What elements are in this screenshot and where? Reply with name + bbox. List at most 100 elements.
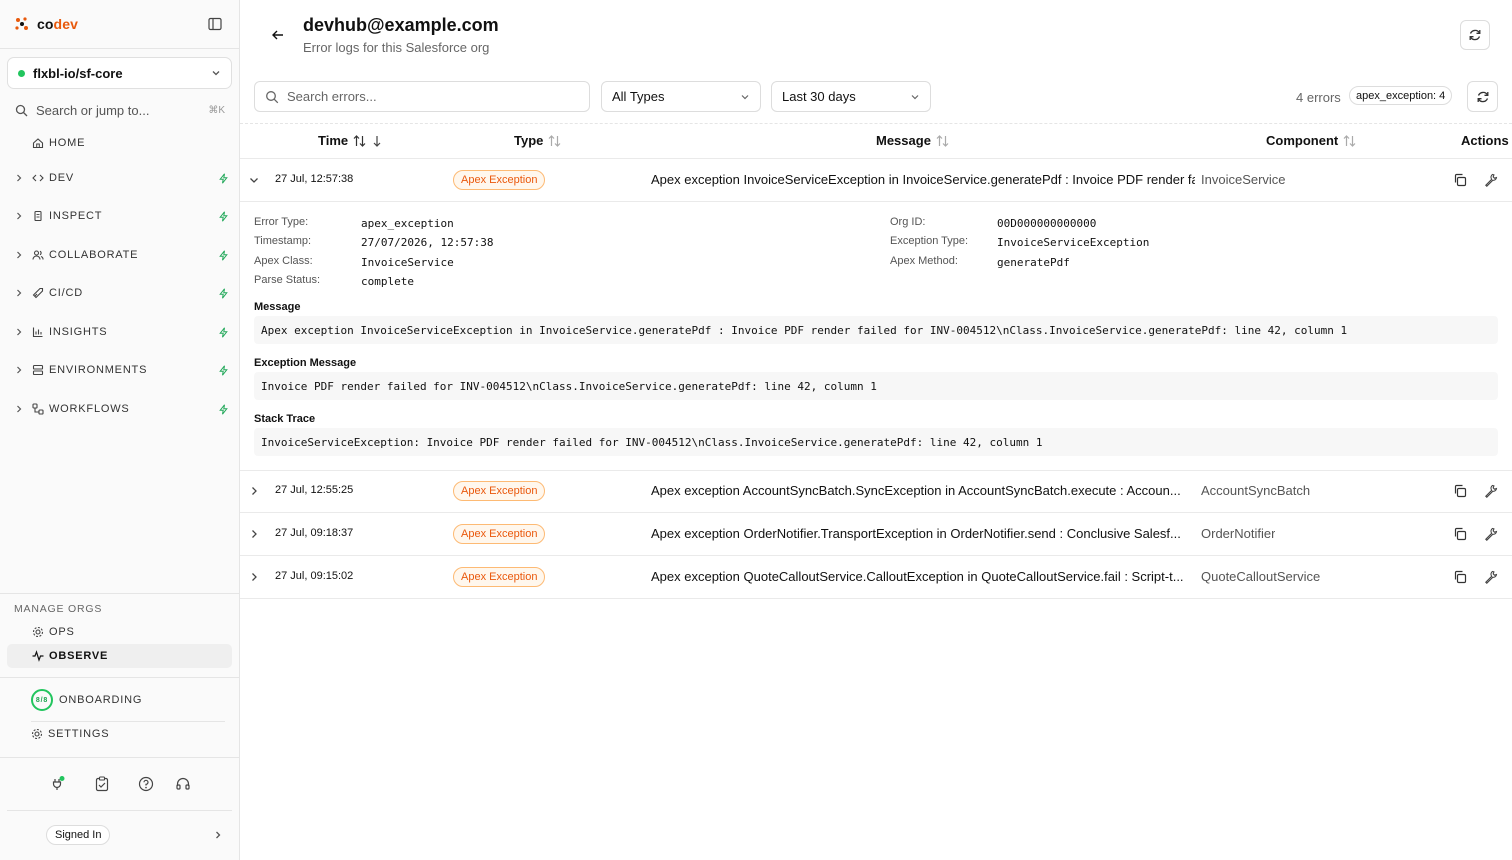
- search-jump[interactable]: Search or jump to... ⌘K: [15, 101, 225, 119]
- org-selector[interactable]: flxbl-io/sf-core: [7, 57, 232, 89]
- detail-message-box: Apex exception InvoiceServiceException i…: [254, 316, 1498, 344]
- divider: [240, 123, 1512, 124]
- file-icon: [32, 210, 45, 222]
- detail-stack-label: Stack Trace: [254, 413, 316, 425]
- bolt-icon: [218, 364, 230, 376]
- detail-value: complete: [361, 275, 414, 288]
- chevron-right-icon: [14, 327, 26, 337]
- sidebar-item-insights[interactable]: INSIGHTS: [14, 322, 230, 342]
- brand-name: codev: [37, 16, 78, 32]
- sidebar-item-dev[interactable]: DEV: [14, 168, 230, 188]
- detail-label: Parse Status:: [254, 274, 321, 286]
- plug-icon[interactable]: [50, 776, 66, 792]
- sidebar-item-home[interactable]: HOME: [32, 133, 248, 153]
- detail-value: InvoiceServiceException: [997, 236, 1150, 249]
- column-header-message[interactable]: Message: [876, 133, 950, 148]
- sidebar-item-ops[interactable]: OPS: [7, 620, 232, 644]
- org-name: flxbl-io/sf-core: [33, 65, 123, 81]
- row-component: QuoteCalloutService: [1201, 569, 1321, 584]
- row-component: InvoiceService: [1201, 172, 1286, 187]
- detail-label: Timestamp:: [254, 235, 312, 247]
- wrench-icon[interactable]: [1484, 484, 1498, 498]
- utility-row: [0, 774, 239, 794]
- clipboard-check-icon[interactable]: [94, 776, 110, 792]
- detail-stack-box: InvoiceServiceException: Invoice PDF ren…: [254, 428, 1498, 456]
- bolt-icon: [218, 210, 230, 222]
- row-type-badge: Apex Exception: [453, 567, 546, 587]
- back-arrow-icon[interactable]: [270, 27, 286, 43]
- headset-icon[interactable]: [175, 776, 191, 792]
- sidebar-item-label: INSIGHTS: [49, 326, 108, 338]
- sidebar-item-onboarding[interactable]: 8/8 ONBOARDING: [31, 689, 142, 711]
- detail-value: generatePdf: [997, 256, 1070, 269]
- column-header-time[interactable]: Time: [318, 133, 382, 148]
- sidebar-collapse-icon[interactable]: [208, 17, 222, 31]
- chevron-right-icon: [14, 404, 26, 414]
- chevron-down-icon[interactable]: [248, 174, 260, 186]
- sidebar-item-workflows[interactable]: WORKFLOWS: [14, 399, 230, 419]
- server-icon: [32, 364, 45, 376]
- detail-value: apex_exception: [361, 217, 454, 230]
- detail-label: Apex Method:: [890, 255, 958, 267]
- reload-errors-button[interactable]: [1467, 81, 1498, 112]
- help-icon[interactable]: [138, 776, 154, 792]
- page-subtitle: Error logs for this Salesforce org: [303, 40, 490, 55]
- sidebar-item-settings[interactable]: SETTINGS: [31, 728, 109, 740]
- search-icon: [15, 104, 28, 117]
- row-type-badge: Apex Exception: [453, 481, 546, 501]
- sidebar-item-label: CI/CD: [49, 287, 83, 299]
- wrench-icon[interactable]: [1484, 173, 1498, 187]
- search-errors-input[interactable]: [287, 89, 567, 104]
- settings-gear-icon: [31, 728, 43, 740]
- bolt-icon: [218, 326, 230, 338]
- chevron-right-icon[interactable]: [248, 485, 260, 497]
- copy-icon[interactable]: [1453, 527, 1467, 541]
- chevron-right-icon: [14, 250, 26, 260]
- sidebar-item-inspect[interactable]: INSPECT: [14, 206, 230, 226]
- search-errors-field[interactable]: [254, 81, 590, 112]
- copy-icon[interactable]: [1453, 570, 1467, 584]
- refresh-button[interactable]: [1460, 20, 1490, 50]
- wrench-icon[interactable]: [1484, 570, 1498, 584]
- detail-label: Org ID:: [890, 216, 926, 228]
- detail-value: InvoiceService: [361, 256, 454, 269]
- divider: [0, 677, 239, 678]
- type-filter-select[interactable]: All Types: [601, 81, 761, 112]
- signed-in-badge[interactable]: Signed In: [46, 825, 111, 845]
- chevron-right-icon[interactable]: [248, 528, 260, 540]
- column-header-type[interactable]: Type: [514, 133, 562, 148]
- copy-icon[interactable]: [1453, 484, 1467, 498]
- divider: [240, 158, 1512, 159]
- bolt-icon: [218, 172, 230, 184]
- row-message: Apex exception QuoteCalloutService.Callo…: [651, 569, 1184, 584]
- sidebar: codev flxbl-io/sf-core Search or jump to…: [0, 0, 240, 860]
- chevron-right-icon[interactable]: [213, 830, 223, 840]
- row-component: OrderNotifier: [1201, 526, 1276, 541]
- divider: [31, 721, 225, 722]
- sort-icon: [548, 134, 562, 147]
- divider: [240, 555, 1512, 556]
- divider: [0, 757, 239, 758]
- date-range-select[interactable]: Last 30 days: [771, 81, 931, 112]
- row-message: Apex exception InvoiceServiceException i…: [651, 172, 1195, 187]
- chevron-down-icon: [740, 92, 750, 102]
- chevron-down-icon: [211, 68, 221, 78]
- copy-icon[interactable]: [1453, 173, 1467, 187]
- users-icon: [32, 249, 45, 261]
- chevron-right-icon[interactable]: [248, 571, 260, 583]
- column-header-component[interactable]: Component: [1266, 133, 1357, 148]
- sort-icon: [1343, 134, 1357, 147]
- divider: [240, 512, 1512, 513]
- brand-logo[interactable]: codev: [14, 15, 78, 33]
- sidebar-item-environments[interactable]: ENVIRONMENTS: [14, 360, 230, 380]
- sidebar-item-observe[interactable]: OBSERVE: [7, 644, 232, 668]
- wrench-icon[interactable]: [1484, 527, 1498, 541]
- chevron-right-icon: [14, 211, 26, 221]
- chevron-right-icon: [14, 173, 26, 183]
- bolt-icon: [218, 249, 230, 261]
- sidebar-item-ci-cd[interactable]: CI/CD: [14, 283, 230, 303]
- sidebar-item-collaborate[interactable]: COLLABORATE: [14, 245, 230, 265]
- home-icon: [32, 137, 45, 149]
- page-title: devhub@example.com: [303, 15, 499, 35]
- search-shortcut: ⌘K: [208, 104, 225, 116]
